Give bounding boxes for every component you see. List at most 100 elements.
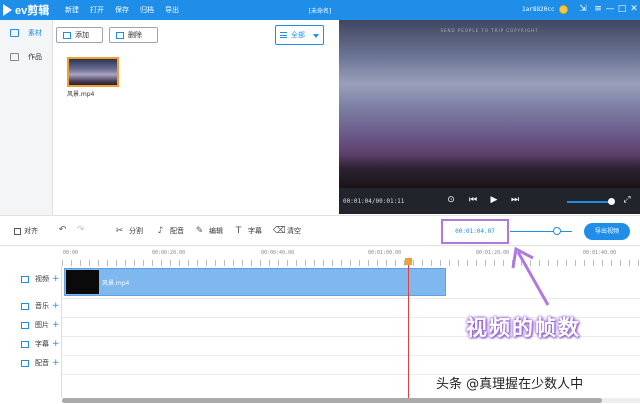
menu-save[interactable]: 保存 [115,5,140,15]
track-header-subtitle: 字幕 + [0,335,62,353]
menu-export[interactable]: 导出 [165,5,190,15]
track-header-voiceover: 配音 + [0,354,62,372]
edit-label: 编辑 [209,227,223,235]
playhead-handle[interactable] [405,258,412,265]
tick-label: 00:00:40.00 [261,250,295,256]
track-divider [62,298,640,299]
redo-button[interactable]: ↷ [76,226,90,235]
close-button[interactable]: ✕ [628,3,640,16]
clear-label: 清空 [287,227,301,235]
pencil-icon: ✎ [195,225,204,236]
clear-button[interactable]: ⌫ 清空 [273,226,301,236]
coin-icon[interactable] [559,5,568,14]
scissors-icon: ✂ [115,225,124,236]
track-header-image: 图片 + [0,316,62,334]
next-icon[interactable]: ⏭ [509,194,521,206]
tick-label: 00:00:20.00 [152,250,186,256]
add-voiceover-icon[interactable]: + [52,358,60,368]
skin-icon[interactable]: ⇲ [577,3,589,16]
app-logo: ev剪辑 [3,3,49,17]
tick-label: 00:01:40.00 [583,250,617,256]
logo-text: ev剪辑 [15,5,50,17]
media-library: 添加 删除 全部 风景.mp4 [53,20,338,215]
menu-open[interactable]: 打开 [90,5,115,15]
filter-select[interactable]: 全部 [275,25,324,45]
mic-icon [21,359,29,367]
add-music-icon[interactable]: + [52,301,60,311]
snap-toggle[interactable]: 对齐 [14,226,38,236]
image-icon [21,321,29,329]
voiceover-label: 配音 [170,227,184,235]
player-controls: 00:01:04/00:01:11 ⊙ ⏮ ▶ ⏭ ⤢ [339,188,640,214]
ruler-ticks [62,260,640,266]
snap-checkbox[interactable] [14,227,21,235]
video-frame[interactable]: SEND PEOPLE TO TRIP COPYRIGHT [339,20,640,188]
add-image-icon[interactable]: + [52,320,60,330]
split-button[interactable]: ✂ 分割 [115,226,143,236]
scrollbar-thumb[interactable] [62,398,602,403]
track-name: 图片 [35,321,49,329]
add-button-label: 添加 [75,31,89,39]
menu-icon[interactable]: ≡ [592,3,604,16]
title-bar: ev剪辑 新建 打开 保存 归档 导出 [未命名] 1ar8820cc ⇲ ≡ … [0,0,640,20]
list-icon [280,32,287,38]
play-icon[interactable]: ▶ [488,194,500,206]
zoom-knob[interactable] [553,227,561,235]
fullscreen-icon[interactable]: ⤢ [621,194,633,206]
loop-icon[interactable]: ⊙ [445,194,457,206]
logo-play-icon [3,4,12,16]
export-video-button[interactable]: 导出视频 [584,223,630,240]
watermark: 头条 @真理握在少数人中 [436,377,584,392]
timeline-scrollbar[interactable] [62,398,640,403]
volume-knob[interactable] [608,198,615,205]
undo-button[interactable]: ↶ [58,226,72,235]
redo-icon: ↷ [76,225,85,235]
edit-button[interactable]: ✎ 编辑 [195,226,223,236]
add-subtitle-icon[interactable]: + [52,339,60,349]
track-name: 视频 [35,275,49,283]
minimize-button[interactable]: — [604,3,616,16]
preview-panel: SEND PEOPLE TO TRIP COPYRIGHT 00:01:04/0… [339,20,640,214]
video-caption: SEND PEOPLE TO TRIP COPYRIGHT [440,28,539,33]
time-ruler[interactable]: 00:00 00:00:20.00 00:00:40.00 00:01:00.0… [62,246,640,266]
sidebar-item-materials[interactable]: 素材 [0,22,53,44]
folder-icon [10,53,19,61]
track-name: 配音 [35,359,49,367]
grid-icon [10,29,19,37]
zoom-slider[interactable] [510,231,572,232]
sidebar-item-works[interactable]: 作品 [0,46,53,68]
media-thumbnail[interactable] [67,57,119,87]
add-folder-icon [63,31,71,39]
menu-new[interactable]: 新建 [65,5,90,15]
username[interactable]: 1ar8820cc [522,6,555,13]
edit-toolbar: 对齐 ↶ ↷ ✂ 分割 ♪ 配音 ✎ 编辑 T 字幕 ⌫ 清空 00:01:04… [0,215,640,246]
video-clip[interactable]: 风景.mp4 [64,268,446,296]
tick-label: 00:01:20.00 [476,250,510,256]
add-button[interactable]: 添加 [56,27,103,43]
playhead[interactable] [408,258,409,402]
tick-label: 00:01:00.00 [368,250,402,256]
trash-icon [116,31,124,39]
voiceover-button[interactable]: ♪ 配音 [156,226,184,236]
subtitle-button[interactable]: T 字幕 [234,226,262,236]
text-icon: T [235,225,242,236]
filter-value: 全部 [291,31,305,39]
sidebar-item-label: 作品 [28,53,42,61]
sidebar: 素材 作品 [0,20,53,215]
video-icon [21,275,29,283]
track-name: 音乐 [35,302,49,310]
maximize-button[interactable]: □ [616,3,628,16]
text-icon [21,340,29,348]
chevron-down-icon [313,34,319,38]
menu-archive[interactable]: 归档 [140,5,165,15]
subtitle-label: 字幕 [248,227,262,235]
delete-button[interactable]: 删除 [109,27,158,43]
frame-readout: 00:01:04.07 [441,219,509,244]
clip-label: 风景.mp4 [102,280,130,287]
tick-label: 00:00 [63,250,79,256]
previous-icon[interactable]: ⏮ [467,194,479,206]
track-header-music: 音乐 + [0,297,62,315]
media-name: 风景.mp4 [67,91,95,98]
add-video-icon[interactable]: + [52,274,60,284]
volume-slider[interactable] [567,201,613,203]
